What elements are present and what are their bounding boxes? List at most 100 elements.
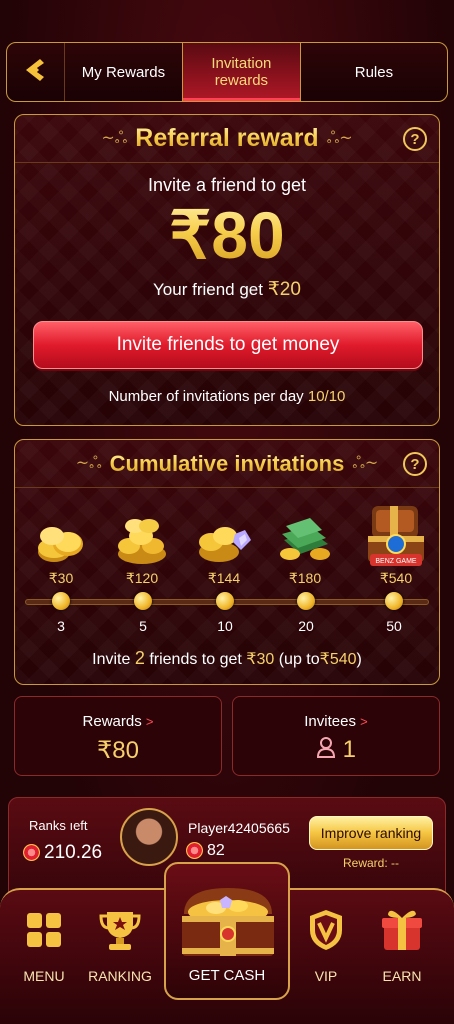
- chip-icon: [23, 844, 40, 862]
- avatar: [120, 808, 178, 866]
- nav-vip[interactable]: VIP: [286, 904, 366, 984]
- chevron-left-icon: [22, 56, 50, 88]
- ornament-right-icon: ஃ~: [352, 453, 379, 472]
- friend-amount: ₹20: [267, 279, 301, 300]
- referral-panel: ~ஃ Referral reward ஃ~ ? Invite a friend …: [14, 114, 440, 426]
- coins-icon: [21, 504, 101, 566]
- summary-amount: ₹30: [246, 651, 275, 668]
- treasure-chest-icon: [176, 878, 280, 966]
- ornament-left-icon: ~ஃ: [101, 128, 128, 147]
- ranks-value-row: 210.26: [23, 842, 102, 864]
- summary-pre: Invite: [92, 651, 131, 668]
- progress-dot: [134, 592, 152, 610]
- coin-pile-icon: [102, 504, 182, 566]
- summary-post: (up to: [278, 651, 320, 668]
- reward-value: ₹144: [207, 570, 241, 586]
- chevron-right-icon: >: [360, 714, 368, 729]
- invite-line: Invite a friend to get: [147, 175, 307, 195]
- trophy-icon: [80, 904, 160, 956]
- user-icon: [316, 736, 336, 765]
- ornament-left-icon: ~ஃ: [75, 453, 102, 472]
- reward-tier-1: ₹30: [21, 504, 101, 587]
- nav-ranking[interactable]: RANKING: [80, 904, 160, 984]
- per-day-line: Number of invitations per day 10/10: [15, 388, 439, 405]
- friend-label: Your friend get: [153, 280, 263, 299]
- tab-invitation-rewards[interactable]: Invitation rewards: [181, 43, 301, 101]
- cash-stack-icon: [265, 504, 345, 566]
- ornament-right-icon: ஃ~: [326, 128, 353, 147]
- nav-earn-label: EARN: [382, 968, 422, 984]
- step-label: 10: [217, 618, 233, 634]
- top-tab-bar: My Rewards Invitation rewards Rules: [6, 42, 448, 102]
- chip-icon: [186, 842, 203, 860]
- summary-max: ₹540: [319, 651, 357, 668]
- nav-ranking-label: RANKING: [88, 968, 152, 984]
- treasure-chest-icon: BENZ GAME: [356, 496, 436, 570]
- step-label: 3: [57, 618, 65, 634]
- vip-shield-icon: [286, 904, 366, 956]
- referral-header: ~ஃ Referral reward ஃ~ ?: [15, 115, 439, 163]
- grid-icon: [4, 904, 84, 956]
- progress-dot: [52, 592, 70, 610]
- summary-close: ): [356, 651, 362, 668]
- player-value: 82: [207, 842, 225, 859]
- reward-value: ₹30: [48, 570, 74, 586]
- reward-value: ₹540: [379, 570, 413, 586]
- rewards-label-row: Rewards >: [15, 713, 221, 730]
- player-name: Player42405665: [188, 820, 290, 836]
- tab-rules[interactable]: Rules: [301, 43, 447, 101]
- gift-box-icon: [362, 904, 442, 956]
- nav-menu-label: MENU: [23, 968, 65, 984]
- tab-invitation-label: Invitation rewards: [211, 55, 272, 89]
- invitees-value: 1: [342, 736, 357, 763]
- badge-text: BENZ GAME: [375, 558, 417, 565]
- invitees-label-row: Invitees >: [233, 713, 439, 730]
- reward-value: ₹120: [125, 570, 159, 586]
- invitees-box[interactable]: Invitees > 1: [232, 696, 440, 776]
- invitees-value-row: 1: [233, 736, 439, 765]
- referral-amount: ₹80: [15, 196, 439, 274]
- reward-status: Reward: --: [343, 856, 400, 870]
- progress-dot: [385, 592, 403, 610]
- ranks-value: 210.26: [44, 842, 103, 863]
- friend-line: Your friend get ₹20: [15, 278, 439, 301]
- step-label: 5: [139, 618, 147, 634]
- rewards-value: ₹80: [97, 737, 139, 764]
- cumulative-panel: ~ஃ Cumulative invitations ஃ~ ? ₹30 ₹120 …: [14, 439, 440, 685]
- reward-tier-3: ₹144: [184, 504, 264, 587]
- chevron-right-icon: >: [145, 714, 154, 729]
- invite-friends-button[interactable]: Invite friends to get money: [33, 321, 423, 369]
- help-icon[interactable]: ?: [403, 127, 427, 151]
- nav-earn[interactable]: EARN: [362, 904, 442, 984]
- get-cash-button[interactable]: GET CASH: [164, 862, 290, 1000]
- per-day-value: 10/10: [307, 388, 346, 405]
- reward-tier-2: ₹120: [102, 504, 182, 587]
- per-day-label: Number of invitations per day: [108, 388, 304, 405]
- rewards-box[interactable]: Rewards > ₹80: [14, 696, 222, 776]
- help-icon[interactable]: ?: [403, 452, 427, 476]
- nav-menu[interactable]: MENU: [4, 904, 84, 984]
- rewards-label: Rewards: [82, 713, 142, 730]
- reward-value: ₹180: [288, 570, 322, 586]
- step-label: 50: [386, 618, 402, 634]
- nav-vip-label: VIP: [314, 968, 338, 984]
- cumulative-title: Cumulative invitations: [109, 450, 345, 476]
- referral-title: Referral reward: [135, 124, 319, 152]
- tab-my-rewards[interactable]: My Rewards: [65, 43, 182, 101]
- cumulative-summary: Invite 2 friends to get ₹30 (up to₹540): [15, 648, 439, 669]
- player-value-row: 82: [186, 842, 225, 860]
- reward-tier-4: ₹180: [265, 504, 345, 587]
- invitees-label: Invitees: [304, 713, 356, 730]
- step-label: 20: [298, 618, 314, 634]
- get-cash-label: GET CASH: [188, 967, 266, 984]
- back-button[interactable]: [7, 43, 65, 101]
- summary-count: 2: [134, 648, 145, 668]
- reward-tier-5: BENZ GAME ₹540: [356, 496, 436, 587]
- coins-gems-icon: [184, 504, 264, 566]
- summary-mid: friends to get: [149, 651, 242, 668]
- progress-dot: [216, 592, 234, 610]
- ranks-label: Ranks ıeft: [29, 818, 88, 833]
- progress-dot: [297, 592, 315, 610]
- cumulative-header: ~ஃ Cumulative invitations ஃ~ ?: [15, 440, 439, 488]
- improve-ranking-button[interactable]: Improve ranking: [309, 816, 433, 850]
